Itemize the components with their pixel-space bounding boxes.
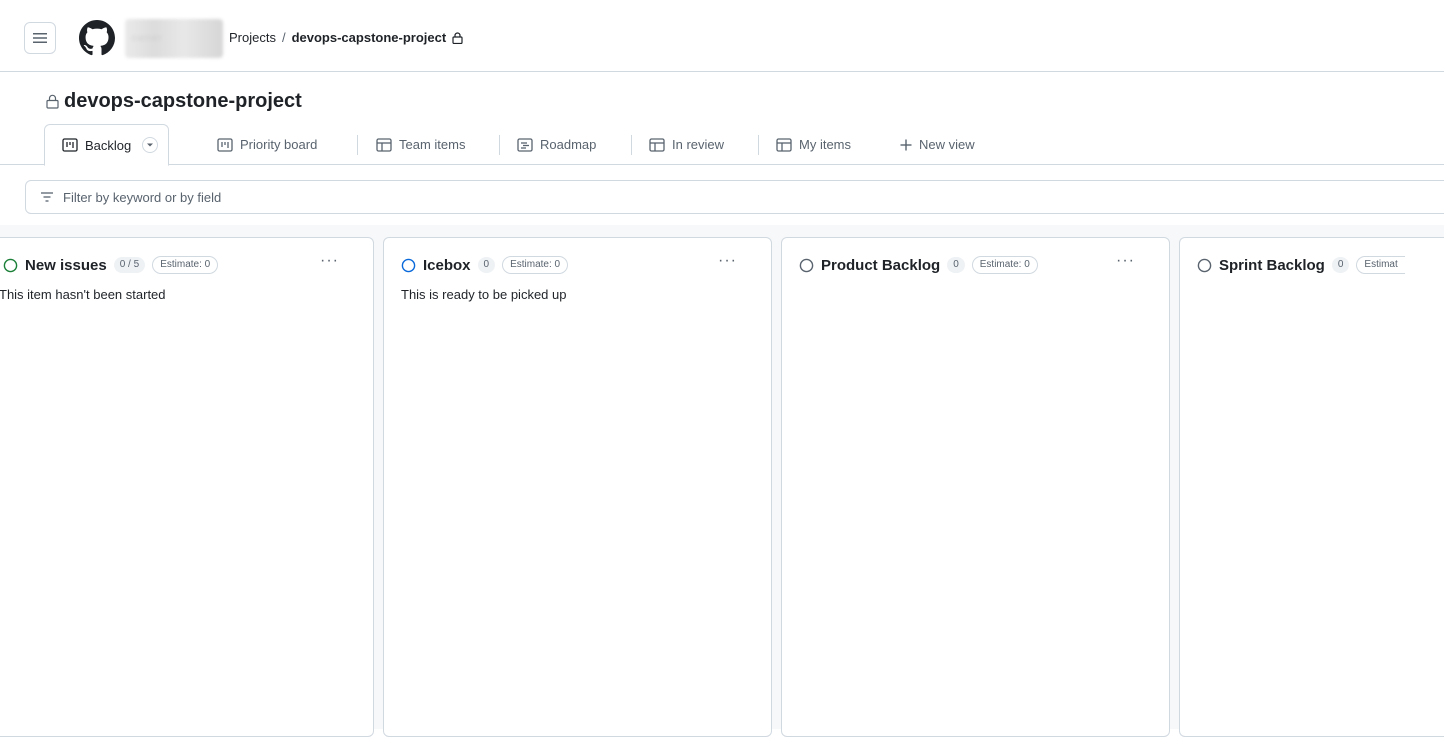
status-circle-icon [401, 258, 416, 272]
breadcrumb-projects-link[interactable]: Projects [229, 30, 276, 45]
status-circle-icon [799, 258, 814, 272]
new-view-label: New view [919, 137, 975, 152]
tab-team-items[interactable]: Team items [376, 124, 465, 165]
tab-label: Priority board [240, 137, 318, 152]
plus-icon [900, 139, 912, 150]
hamburger-menu-button[interactable] [24, 22, 56, 54]
breadcrumb-separator: / [281, 30, 286, 45]
column-title: New issues [25, 256, 107, 274]
github-logo-icon[interactable] [79, 20, 115, 56]
tab-priority-board[interactable]: Priority board [217, 124, 317, 165]
project-title-text: devops-capstone-project [64, 90, 302, 112]
roadmap-icon [517, 137, 533, 152]
column-header: New issues 0 / 5 Estimate: 0 [3, 256, 219, 274]
tab-backlog[interactable]: Backlog [44, 124, 170, 166]
item-count-badge: 0 / 5 [113, 257, 146, 273]
triangle-down-icon [147, 143, 154, 147]
tab-divider [357, 135, 358, 155]
board-icon [62, 138, 78, 152]
column-menu-button[interactable]: ··· [1116, 252, 1135, 270]
tab-roadmap[interactable]: Roadmap [517, 124, 596, 165]
tab-label: My items [799, 137, 851, 152]
item-count-badge: 0 [1331, 257, 1350, 273]
estimate-badge: Estimate: 0 [971, 256, 1038, 274]
estimate-badge: Estimate: 0 [502, 256, 569, 274]
tab-in-review[interactable]: In review [649, 124, 724, 165]
column-title: Product Backlog [821, 256, 941, 274]
status-circle-icon [3, 258, 18, 272]
tab-divider [499, 135, 500, 155]
column-menu-button[interactable]: ··· [320, 252, 339, 270]
column-header: Icebox 0 Estimate: 0 [401, 256, 569, 274]
tab-divider [631, 135, 632, 155]
column-header: Product Backlog 0 Estimate: 0 [799, 256, 1038, 274]
column-title: Icebox [423, 256, 471, 274]
breadcrumb: Projects / devops-capstone-project [229, 30, 463, 45]
column-header: Sprint Backlog 0 Estimat [1197, 256, 1405, 274]
owner-name: owner [131, 33, 164, 44]
lock-icon [46, 94, 59, 109]
filter-input[interactable]: Filter by keyword or by field [25, 180, 1444, 214]
estimate-badge: Estimat [1356, 256, 1405, 274]
table-icon [376, 137, 392, 152]
breadcrumb-project-link[interactable]: devops-capstone-project [292, 30, 447, 45]
status-circle-icon [1197, 258, 1212, 272]
column-title: Sprint Backlog [1219, 256, 1325, 274]
tab-label: In review [672, 137, 725, 152]
view-tabs: Backlog Priority board Team items Roadma… [0, 124, 1444, 166]
view-options-button[interactable] [142, 137, 159, 153]
item-count-badge: 0 [947, 257, 965, 273]
estimate-badge: Estimate: 0 [152, 256, 219, 274]
table-icon [649, 137, 665, 152]
new-view-button[interactable]: New view [900, 124, 975, 165]
lock-icon [452, 31, 463, 44]
page-title: devops-capstone-project [46, 90, 302, 113]
column-menu-button[interactable]: ··· [718, 252, 737, 270]
owner-avatar-blurred[interactable]: owner [125, 19, 223, 58]
top-header: owner Projects / devops-capstone-project [0, 0, 1444, 72]
tab-label: Roadmap [540, 137, 597, 152]
filter-placeholder: Filter by keyword or by field [63, 189, 222, 205]
tab-label: Team items [399, 137, 466, 152]
board-column-new-issues: New issues 0 / 5 Estimate: 0 ··· This it… [0, 237, 374, 737]
board-icon [217, 137, 233, 152]
board-column-product-backlog: Product Backlog 0 Estimate: 0 ··· [781, 237, 1170, 737]
column-description: This is ready to be picked up [401, 287, 567, 302]
table-icon [776, 137, 792, 152]
board-column-icebox: Icebox 0 Estimate: 0 ··· This is ready t… [383, 237, 772, 737]
filter-icon [41, 192, 53, 202]
tab-divider [758, 135, 759, 155]
tab-label: Backlog [85, 137, 132, 153]
column-description: This item hasn't been started [0, 287, 166, 302]
hamburger-icon [33, 33, 47, 43]
board-column-sprint-backlog: Sprint Backlog 0 Estimat [1179, 237, 1444, 737]
tab-my-items[interactable]: My items [776, 124, 851, 165]
item-count-badge: 0 [477, 257, 496, 273]
